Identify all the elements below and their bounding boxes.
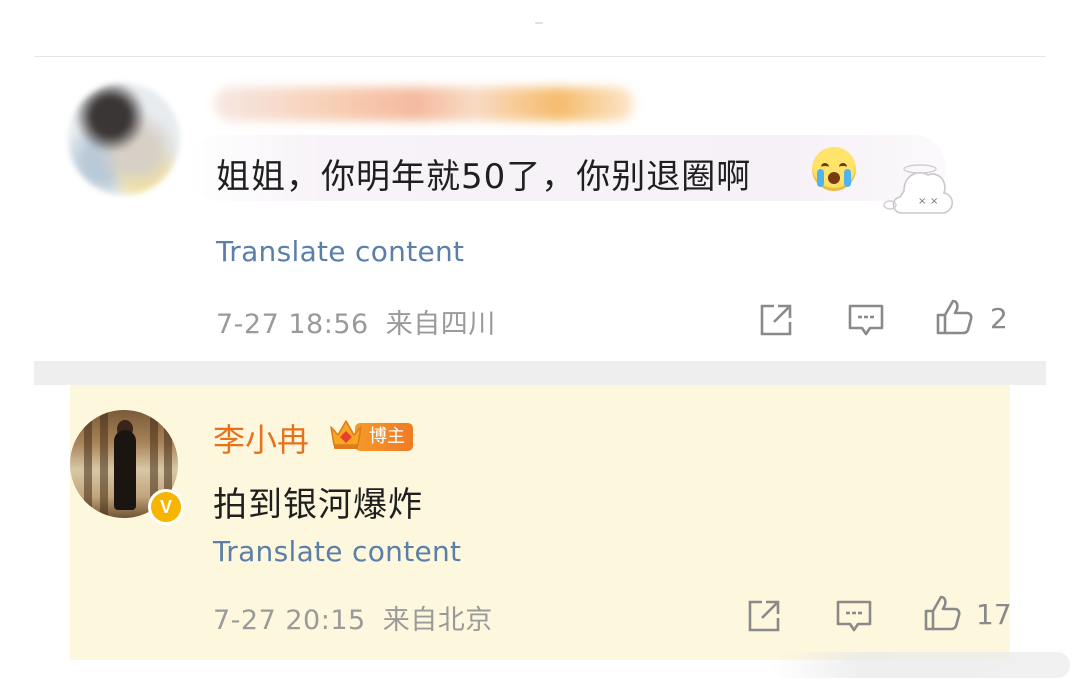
- blogger-comment-card: V 李小冉 博主 拍到银河爆炸 Translate content 7-27 2…: [70, 385, 1012, 660]
- timestamp: 7-27 20:15: [213, 605, 366, 636]
- watermark-overlay: [770, 652, 1070, 678]
- username[interactable]: 李小冉: [213, 415, 309, 461]
- comment-icon[interactable]: [846, 300, 886, 340]
- thumbs-up-icon[interactable]: [922, 593, 962, 633]
- translate-content-link[interactable]: Translate content: [216, 235, 464, 268]
- crying-face-emoji: [812, 147, 856, 191]
- share-icon[interactable]: [756, 300, 796, 340]
- comment-meta: 7-27 20:15 来自北京: [213, 598, 493, 637]
- translate-content-link[interactable]: Translate content: [213, 535, 461, 568]
- top-indicator: [535, 22, 543, 24]
- ghost-sticker-icon: × ×: [883, 164, 954, 214]
- verified-badge: V: [148, 489, 184, 525]
- crown-icon: [330, 420, 362, 449]
- username-blurred[interactable]: [214, 87, 634, 121]
- location: 来自四川: [385, 309, 496, 340]
- share-icon[interactable]: [744, 596, 784, 636]
- comment-meta: 7-27 18:56 来自四川: [216, 302, 496, 341]
- avatar-blurred[interactable]: [68, 83, 180, 195]
- weibo-comments-page: 姐姐，你明年就50了，你别退圈啊 × × Translate content 7…: [0, 0, 1080, 688]
- timestamp: 7-27 18:56: [216, 309, 369, 340]
- comment-text: 拍到银河爆炸: [213, 485, 423, 525]
- svg-text:×: ×: [918, 196, 926, 207]
- comment-card: 姐姐，你明年就50了，你别退圈啊 × × Translate content 7…: [34, 57, 1046, 361]
- comment-text: 姐姐，你明年就50了，你别退圈啊: [216, 157, 752, 197]
- location: 来自北京: [382, 605, 493, 636]
- thumbs-up-icon[interactable]: [934, 297, 974, 337]
- like-count: 2: [990, 302, 1008, 335]
- section-separator: [34, 361, 1046, 385]
- svg-text:×: ×: [930, 196, 938, 207]
- comment-icon[interactable]: [834, 596, 874, 636]
- like-count: 17: [976, 598, 1012, 631]
